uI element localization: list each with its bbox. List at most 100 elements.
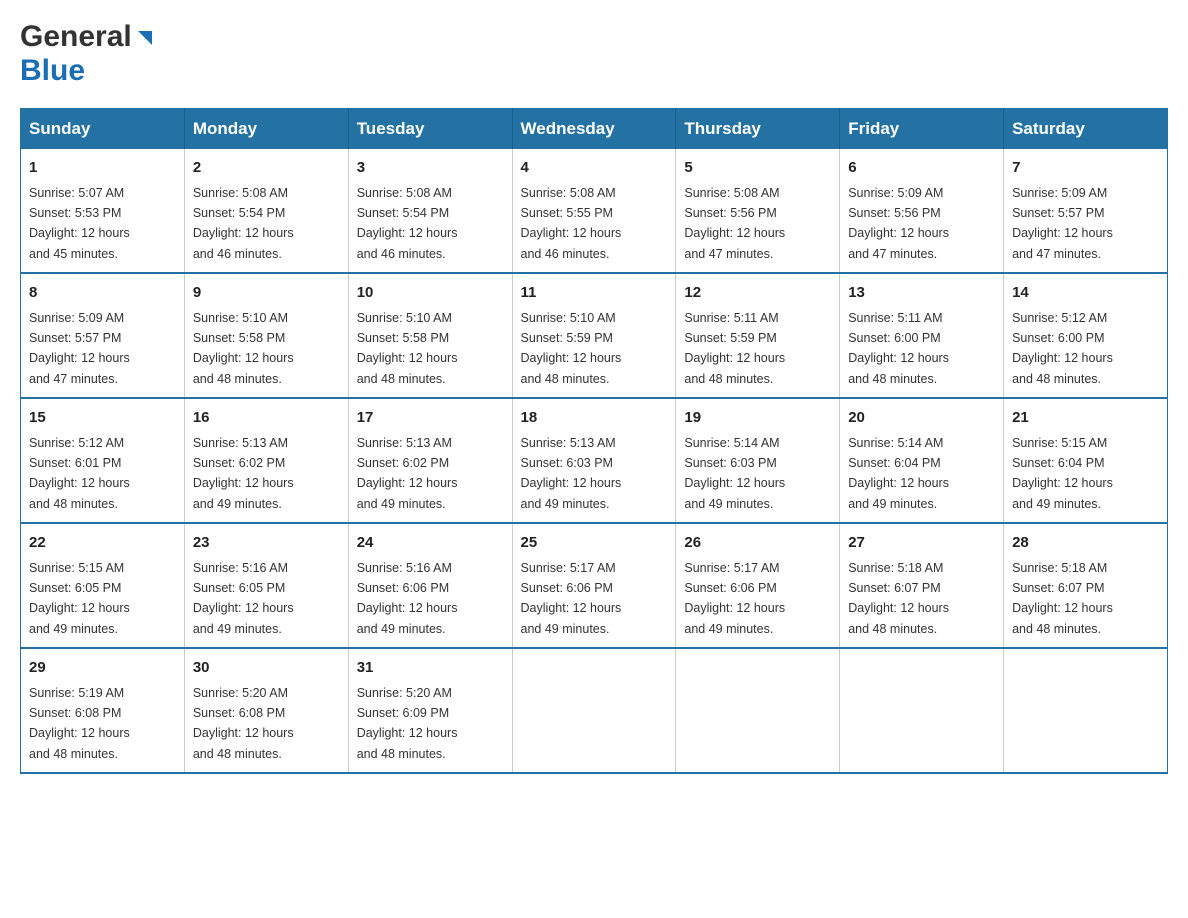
day-cell: 30 Sunrise: 5:20 AMSunset: 6:08 PMDaylig… (184, 648, 348, 773)
day-cell: 6 Sunrise: 5:09 AMSunset: 5:56 PMDayligh… (840, 149, 1004, 273)
day-number: 27 (848, 532, 995, 555)
day-cell: 19 Sunrise: 5:14 AMSunset: 6:03 PMDaylig… (676, 398, 840, 523)
day-cell: 8 Sunrise: 5:09 AMSunset: 5:57 PMDayligh… (21, 273, 185, 398)
day-info: Sunrise: 5:08 AMSunset: 5:55 PMDaylight:… (521, 186, 622, 261)
day-cell: 25 Sunrise: 5:17 AMSunset: 6:06 PMDaylig… (512, 523, 676, 648)
day-cell: 29 Sunrise: 5:19 AMSunset: 6:08 PMDaylig… (21, 648, 185, 773)
day-number: 14 (1012, 282, 1159, 305)
day-number: 1 (29, 157, 176, 180)
header-sunday: Sunday (21, 109, 185, 150)
day-cell: 23 Sunrise: 5:16 AMSunset: 6:05 PMDaylig… (184, 523, 348, 648)
week-row-3: 15 Sunrise: 5:12 AMSunset: 6:01 PMDaylig… (21, 398, 1168, 523)
day-number: 9 (193, 282, 340, 305)
day-number: 28 (1012, 532, 1159, 555)
day-number: 22 (29, 532, 176, 555)
day-info: Sunrise: 5:20 AMSunset: 6:09 PMDaylight:… (357, 686, 458, 761)
day-cell: 9 Sunrise: 5:10 AMSunset: 5:58 PMDayligh… (184, 273, 348, 398)
day-info: Sunrise: 5:18 AMSunset: 6:07 PMDaylight:… (1012, 561, 1113, 636)
day-number: 10 (357, 282, 504, 305)
day-cell: 31 Sunrise: 5:20 AMSunset: 6:09 PMDaylig… (348, 648, 512, 773)
day-cell: 3 Sunrise: 5:08 AMSunset: 5:54 PMDayligh… (348, 149, 512, 273)
day-number: 23 (193, 532, 340, 555)
day-cell: 2 Sunrise: 5:08 AMSunset: 5:54 PMDayligh… (184, 149, 348, 273)
day-info: Sunrise: 5:19 AMSunset: 6:08 PMDaylight:… (29, 686, 130, 761)
logo-general-text: General (20, 20, 132, 54)
day-cell: 24 Sunrise: 5:16 AMSunset: 6:06 PMDaylig… (348, 523, 512, 648)
calendar-table: SundayMondayTuesdayWednesdayThursdayFrid… (20, 108, 1168, 774)
day-cell: 13 Sunrise: 5:11 AMSunset: 6:00 PMDaylig… (840, 273, 1004, 398)
header-saturday: Saturday (1004, 109, 1168, 150)
day-info: Sunrise: 5:12 AMSunset: 6:01 PMDaylight:… (29, 436, 130, 511)
day-info: Sunrise: 5:07 AMSunset: 5:53 PMDaylight:… (29, 186, 130, 261)
day-number: 11 (521, 282, 668, 305)
day-info: Sunrise: 5:16 AMSunset: 6:05 PMDaylight:… (193, 561, 294, 636)
day-cell: 21 Sunrise: 5:15 AMSunset: 6:04 PMDaylig… (1004, 398, 1168, 523)
header-friday: Friday (840, 109, 1004, 150)
day-info: Sunrise: 5:09 AMSunset: 5:57 PMDaylight:… (1012, 186, 1113, 261)
day-number: 31 (357, 657, 504, 680)
day-cell: 20 Sunrise: 5:14 AMSunset: 6:04 PMDaylig… (840, 398, 1004, 523)
day-cell: 22 Sunrise: 5:15 AMSunset: 6:05 PMDaylig… (21, 523, 185, 648)
day-number: 26 (684, 532, 831, 555)
day-info: Sunrise: 5:13 AMSunset: 6:03 PMDaylight:… (521, 436, 622, 511)
day-number: 2 (193, 157, 340, 180)
day-number: 18 (521, 407, 668, 430)
day-info: Sunrise: 5:14 AMSunset: 6:03 PMDaylight:… (684, 436, 785, 511)
day-info: Sunrise: 5:10 AMSunset: 5:59 PMDaylight:… (521, 311, 622, 386)
day-info: Sunrise: 5:10 AMSunset: 5:58 PMDaylight:… (357, 311, 458, 386)
day-info: Sunrise: 5:09 AMSunset: 5:57 PMDaylight:… (29, 311, 130, 386)
day-info: Sunrise: 5:12 AMSunset: 6:00 PMDaylight:… (1012, 311, 1113, 386)
logo-blue-text: Blue (20, 54, 85, 87)
day-info: Sunrise: 5:08 AMSunset: 5:54 PMDaylight:… (193, 186, 294, 261)
week-row-1: 1 Sunrise: 5:07 AMSunset: 5:53 PMDayligh… (21, 149, 1168, 273)
day-info: Sunrise: 5:17 AMSunset: 6:06 PMDaylight:… (521, 561, 622, 636)
day-number: 16 (193, 407, 340, 430)
day-cell: 27 Sunrise: 5:18 AMSunset: 6:07 PMDaylig… (840, 523, 1004, 648)
day-info: Sunrise: 5:20 AMSunset: 6:08 PMDaylight:… (193, 686, 294, 761)
header-tuesday: Tuesday (348, 109, 512, 150)
day-info: Sunrise: 5:09 AMSunset: 5:56 PMDaylight:… (848, 186, 949, 261)
day-cell: 15 Sunrise: 5:12 AMSunset: 6:01 PMDaylig… (21, 398, 185, 523)
day-cell: 5 Sunrise: 5:08 AMSunset: 5:56 PMDayligh… (676, 149, 840, 273)
day-cell: 16 Sunrise: 5:13 AMSunset: 6:02 PMDaylig… (184, 398, 348, 523)
day-info: Sunrise: 5:16 AMSunset: 6:06 PMDaylight:… (357, 561, 458, 636)
day-cell: 26 Sunrise: 5:17 AMSunset: 6:06 PMDaylig… (676, 523, 840, 648)
day-info: Sunrise: 5:14 AMSunset: 6:04 PMDaylight:… (848, 436, 949, 511)
day-number: 20 (848, 407, 995, 430)
day-cell: 12 Sunrise: 5:11 AMSunset: 5:59 PMDaylig… (676, 273, 840, 398)
day-cell: 14 Sunrise: 5:12 AMSunset: 6:00 PMDaylig… (1004, 273, 1168, 398)
week-row-5: 29 Sunrise: 5:19 AMSunset: 6:08 PMDaylig… (21, 648, 1168, 773)
day-cell: 18 Sunrise: 5:13 AMSunset: 6:03 PMDaylig… (512, 398, 676, 523)
day-number: 25 (521, 532, 668, 555)
day-cell: 28 Sunrise: 5:18 AMSunset: 6:07 PMDaylig… (1004, 523, 1168, 648)
page-header: General Blue (20, 20, 1168, 88)
day-number: 13 (848, 282, 995, 305)
day-number: 21 (1012, 407, 1159, 430)
calendar-header-row: SundayMondayTuesdayWednesdayThursdayFrid… (21, 109, 1168, 150)
day-cell (512, 648, 676, 773)
day-cell: 1 Sunrise: 5:07 AMSunset: 5:53 PMDayligh… (21, 149, 185, 273)
day-number: 3 (357, 157, 504, 180)
day-number: 5 (684, 157, 831, 180)
day-cell: 17 Sunrise: 5:13 AMSunset: 6:02 PMDaylig… (348, 398, 512, 523)
day-cell (1004, 648, 1168, 773)
header-thursday: Thursday (676, 109, 840, 150)
day-info: Sunrise: 5:17 AMSunset: 6:06 PMDaylight:… (684, 561, 785, 636)
day-number: 8 (29, 282, 176, 305)
day-info: Sunrise: 5:15 AMSunset: 6:04 PMDaylight:… (1012, 436, 1113, 511)
day-cell (840, 648, 1004, 773)
day-info: Sunrise: 5:13 AMSunset: 6:02 PMDaylight:… (357, 436, 458, 511)
day-info: Sunrise: 5:15 AMSunset: 6:05 PMDaylight:… (29, 561, 130, 636)
day-number: 7 (1012, 157, 1159, 180)
header-wednesday: Wednesday (512, 109, 676, 150)
day-cell (676, 648, 840, 773)
day-number: 24 (357, 532, 504, 555)
day-info: Sunrise: 5:11 AMSunset: 6:00 PMDaylight:… (848, 311, 949, 386)
day-cell: 11 Sunrise: 5:10 AMSunset: 5:59 PMDaylig… (512, 273, 676, 398)
day-cell: 4 Sunrise: 5:08 AMSunset: 5:55 PMDayligh… (512, 149, 676, 273)
day-info: Sunrise: 5:08 AMSunset: 5:56 PMDaylight:… (684, 186, 785, 261)
day-info: Sunrise: 5:18 AMSunset: 6:07 PMDaylight:… (848, 561, 949, 636)
day-cell: 7 Sunrise: 5:09 AMSunset: 5:57 PMDayligh… (1004, 149, 1168, 273)
logo-triangle-icon (134, 27, 156, 49)
day-number: 19 (684, 407, 831, 430)
